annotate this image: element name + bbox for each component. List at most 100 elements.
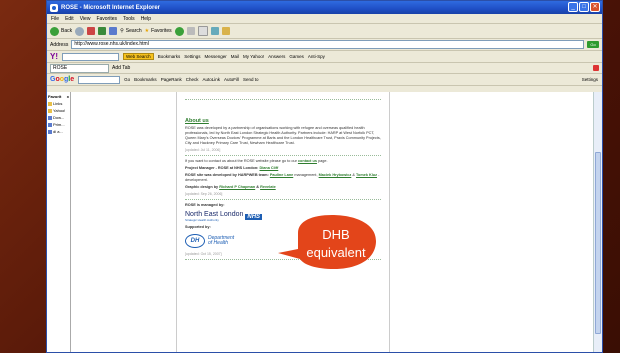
vertical-scrollbar[interactable] [593, 92, 602, 352]
yahoo-toolbar: Y! Web Search Bookmarks Settings Messeng… [47, 51, 602, 63]
menu-bar: File Edit View Favorites Tools Help [47, 14, 602, 24]
menu-view[interactable]: View [80, 16, 91, 22]
favorites-button[interactable]: ★ Favorites [145, 28, 172, 34]
close-button[interactable]: ✕ [590, 2, 600, 12]
callout-line1: DHB [322, 227, 349, 242]
dh-logo-mark: DH [185, 234, 205, 248]
menu-help[interactable]: Help [141, 16, 151, 22]
history-button[interactable] [174, 26, 184, 36]
folder-icon [48, 101, 52, 106]
menu-tools[interactable]: Tools [123, 16, 135, 22]
contact-us-link[interactable]: contact us [298, 159, 317, 163]
google-logo: Google [50, 76, 75, 83]
yahoo-web-search-button[interactable]: Web Search [123, 53, 154, 60]
divider [185, 199, 381, 200]
menu-edit[interactable]: Edit [65, 16, 74, 22]
developers: ROSE site was developed by HARPWEB team:… [185, 173, 380, 182]
address-input[interactable]: http://www.rose.nhs.uk/index.html [71, 40, 584, 49]
yahoo-games[interactable]: Games [289, 54, 304, 59]
window-title: ROSE - Microsoft Internet Explorer [61, 4, 161, 11]
graphic-date: [updated: Sep 26, 2006] [185, 192, 223, 196]
add-tab-button[interactable]: Add Tab [112, 65, 130, 71]
google-settings[interactable]: Settings [582, 77, 598, 82]
favorite-item[interactable]: Prim... [48, 122, 69, 127]
page-icon [48, 129, 52, 134]
about-heading: About us [185, 118, 209, 124]
maximize-button[interactable]: □ [579, 2, 589, 12]
yahoo-my-yahoo[interactable]: My Yahoo! [243, 54, 264, 59]
google-go-button[interactable]: Go [124, 77, 130, 82]
minimize-button[interactable]: _ [568, 2, 578, 12]
favorites-pane-title: Favorit [48, 94, 62, 99]
google-bookmarks[interactable]: Bookmarks [134, 77, 157, 82]
search-icon: ⚲ [120, 28, 124, 34]
graphic-design: Graphic design by Richard P Chapman & Re… [185, 185, 276, 189]
favorites-pane-close[interactable]: x [67, 94, 69, 99]
favorite-item[interactable]: Dow... [48, 115, 69, 120]
title-bar: ROSE - Microsoft Internet Explorer _ □ ✕ [47, 1, 602, 14]
page-margin-left [71, 92, 176, 352]
yahoo-anti-spy[interactable]: Anti-Spy [308, 54, 325, 59]
home-button[interactable] [109, 27, 118, 35]
callout-bubble [278, 215, 376, 269]
google-search-input[interactable] [78, 75, 121, 84]
menu-favorites[interactable]: Favorites [96, 16, 117, 22]
yahoo-mail[interactable]: Mail [231, 54, 239, 59]
window-controls: _ □ ✕ [568, 2, 600, 12]
browser-window: ROSE - Microsoft Internet Explorer _ □ ✕… [46, 0, 603, 353]
yahoo-messenger[interactable]: Messenger [204, 54, 226, 59]
yahoo-search-input[interactable] [62, 52, 119, 61]
forward-button[interactable] [75, 26, 85, 36]
ie-icon [50, 3, 58, 12]
back-arrow-icon [50, 26, 59, 36]
maciek-hrybowicz-link[interactable]: Maciek Hrybowicz [319, 173, 352, 177]
close-tab-icon[interactable] [593, 65, 599, 71]
dhb-equivalent-callout: DHB equivalent [278, 215, 376, 269]
address-label: Address [50, 41, 69, 48]
mail-button[interactable] [186, 27, 195, 35]
about-date: [updated: Jul 11, 2006] [185, 148, 221, 152]
managed-label: ROSE is managed by: [185, 203, 225, 207]
page-icon [48, 115, 52, 120]
yahoo-logo[interactable]: Y! [50, 52, 58, 61]
discuss-button[interactable] [221, 27, 230, 35]
google-pagerank[interactable]: PageRank [161, 77, 182, 82]
google-autolink[interactable]: AutoLink [202, 77, 220, 82]
scrollbar-thumb[interactable] [595, 152, 601, 334]
back-button[interactable]: Back [50, 26, 72, 36]
folder-icon [48, 108, 52, 113]
yahoo-answers[interactable]: Answers [268, 54, 285, 59]
revelate-link[interactable]: Revelate [260, 185, 276, 189]
pauline-lane-link[interactable]: Pauline Lane [270, 173, 293, 177]
search-button[interactable]: ⚲ Search [120, 28, 142, 34]
refresh-button[interactable] [98, 27, 107, 35]
menu-file[interactable]: File [51, 16, 59, 22]
tab-rose[interactable]: ROSE [50, 63, 109, 73]
yahoo-bookmarks[interactable]: Bookmarks [158, 54, 181, 59]
nel-logo-sub: Strategic Health Authority [185, 218, 219, 222]
divider [185, 99, 381, 100]
google-toolbar: Google Go Bookmarks PageRank Check AutoL… [47, 74, 602, 86]
google-send-to[interactable]: Send to [243, 77, 259, 82]
richard-chapman-link[interactable]: Richard P Chapman [219, 185, 255, 189]
favorite-item[interactable]: Yahoo! [48, 108, 69, 113]
google-check[interactable]: Check [186, 77, 199, 82]
edit-button[interactable] [210, 27, 219, 35]
stop-button[interactable] [87, 27, 96, 35]
page-margin-right [390, 92, 602, 352]
google-autofill[interactable]: AutoFill [224, 77, 239, 82]
nhs-badge: NHS [245, 213, 263, 220]
diana-cliff-link[interactable]: Diana Cliff [259, 166, 278, 170]
standard-toolbar: Back ⚲ Search ★ Favorites [47, 24, 602, 39]
print-button[interactable] [197, 26, 208, 36]
yahoo-settings[interactable]: Settings [184, 54, 200, 59]
callout-line2: equivalent [306, 245, 366, 260]
go-button[interactable]: Go [587, 41, 599, 48]
favorites-pane: Favorit x Links Yahoo! Dow... Prim... di… [47, 92, 71, 352]
tomek-kluz-link[interactable]: Tomek Kluz [356, 173, 377, 177]
nel-logo-text: North East London [185, 211, 244, 218]
dh-logo-line2: of Health [208, 240, 229, 246]
favorite-item[interactable]: di a... [48, 129, 69, 134]
page-icon [48, 122, 52, 127]
favorite-item[interactable]: Links [48, 101, 69, 106]
